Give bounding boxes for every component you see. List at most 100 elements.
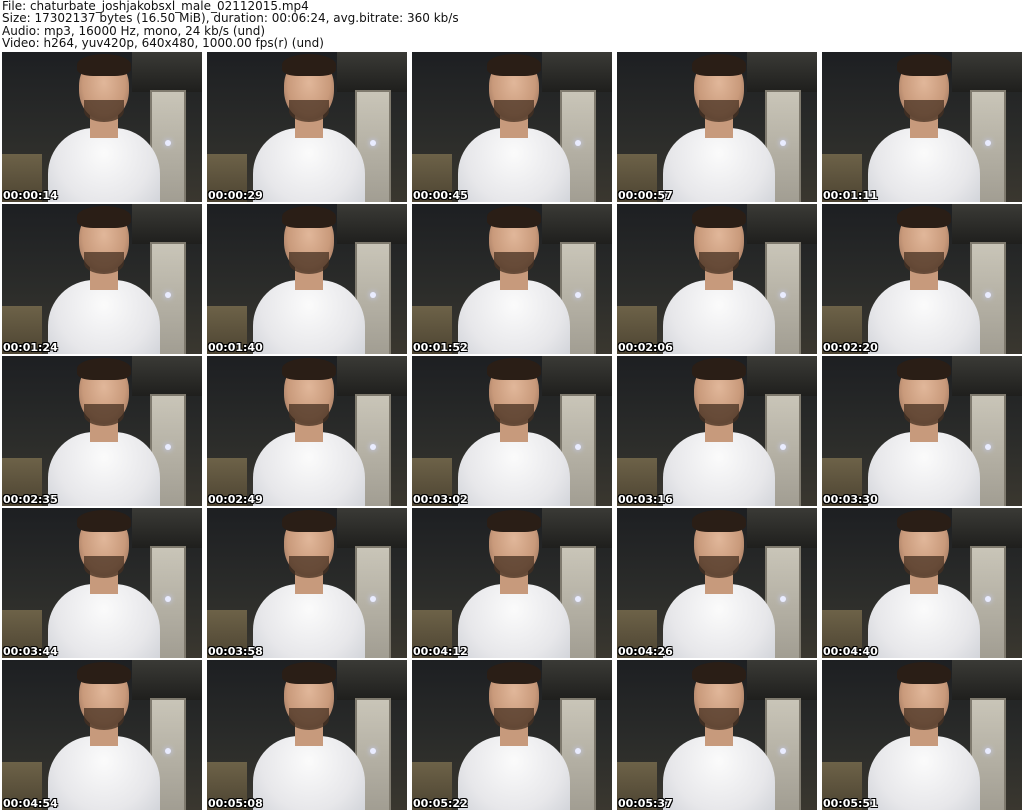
frame-hair	[897, 358, 951, 380]
frame-timestamp: 00:02:49	[208, 493, 263, 506]
frame-beard	[904, 556, 944, 578]
frame-timestamp: 00:04:12	[413, 645, 468, 658]
frame-beard	[904, 252, 944, 274]
frame-beard	[494, 556, 534, 578]
frame-hair	[897, 206, 951, 228]
frame-beard	[699, 708, 739, 730]
frame-knob	[370, 748, 376, 754]
thumbnail-grid: 00:00:14 00:00:29 00:00:45 00:00:57 00:01:11…	[2, 52, 1022, 811]
frame-timestamp: 00:00:29	[208, 189, 263, 202]
frame-timestamp: 00:02:35	[3, 493, 58, 506]
frame-shelf	[542, 508, 612, 548]
frame-hair	[77, 54, 131, 76]
frame-timestamp: 00:01:52	[413, 341, 468, 354]
frame-shirt	[253, 280, 365, 354]
frame-beard	[84, 404, 124, 426]
frame-shelf	[132, 508, 202, 548]
frame-hair	[77, 206, 131, 228]
frame-hair	[77, 662, 131, 684]
frame-shelf	[337, 660, 407, 700]
video-frame-thumbnail: 00:00:45	[412, 52, 612, 202]
frame-shirt	[48, 584, 160, 658]
frame-shirt	[868, 280, 980, 354]
frame-shirt	[48, 280, 160, 354]
frame-hair	[77, 510, 131, 532]
frame-hair	[692, 358, 746, 380]
frame-knob	[370, 292, 376, 298]
frame-timestamp: 00:05:08	[208, 797, 263, 810]
frame-hair	[487, 662, 541, 684]
frame-knob	[165, 444, 171, 450]
video-frame-thumbnail: 00:04:40	[822, 508, 1022, 658]
frame-shirt	[663, 584, 775, 658]
frame-hair	[692, 206, 746, 228]
frame-knob	[780, 140, 786, 146]
frame-beard	[904, 708, 944, 730]
frame-shelf	[952, 204, 1022, 244]
frame-beard	[84, 100, 124, 122]
frame-knob	[370, 140, 376, 146]
frame-shirt	[253, 432, 365, 506]
frame-timestamp: 00:00:45	[413, 189, 468, 202]
frame-knob	[985, 444, 991, 450]
frame-timestamp: 00:02:06	[618, 341, 673, 354]
video-frame-thumbnail: 00:03:30	[822, 356, 1022, 506]
frame-hair	[897, 510, 951, 532]
frame-timestamp: 00:04:40	[823, 645, 878, 658]
frame-shirt	[868, 584, 980, 658]
frame-shelf	[542, 356, 612, 396]
frame-timestamp: 00:05:22	[413, 797, 468, 810]
frame-knob	[165, 596, 171, 602]
frame-shelf	[542, 204, 612, 244]
frame-timestamp: 00:03:30	[823, 493, 878, 506]
video-frame-thumbnail: 00:04:54	[2, 660, 202, 810]
frame-beard	[494, 100, 534, 122]
frame-shelf	[542, 660, 612, 700]
frame-shirt	[663, 280, 775, 354]
frame-beard	[289, 100, 329, 122]
frame-hair	[282, 54, 336, 76]
frame-hair	[282, 662, 336, 684]
frame-beard	[494, 708, 534, 730]
video-frame-thumbnail: 00:01:40	[207, 204, 407, 354]
frame-knob	[370, 596, 376, 602]
frame-beard	[289, 556, 329, 578]
frame-hair	[897, 54, 951, 76]
frame-shirt	[663, 736, 775, 810]
frame-shelf	[337, 204, 407, 244]
frame-shelf	[747, 356, 817, 396]
frame-beard	[289, 252, 329, 274]
video-frame-thumbnail: 00:05:08	[207, 660, 407, 810]
frame-shelf	[132, 356, 202, 396]
frame-beard	[84, 252, 124, 274]
frame-knob	[165, 292, 171, 298]
frame-timestamp: 00:04:26	[618, 645, 673, 658]
frame-shelf	[952, 52, 1022, 92]
frame-timestamp: 00:01:11	[823, 189, 878, 202]
frame-shirt	[253, 584, 365, 658]
frame-timestamp: 00:05:51	[823, 797, 878, 810]
frame-hair	[487, 206, 541, 228]
frame-timestamp: 00:03:02	[413, 493, 468, 506]
frame-shirt	[868, 128, 980, 202]
frame-shelf	[337, 356, 407, 396]
frame-shirt	[458, 128, 570, 202]
video-frame-thumbnail: 00:00:29	[207, 52, 407, 202]
frame-knob	[165, 748, 171, 754]
video-frame-thumbnail: 00:04:26	[617, 508, 817, 658]
frame-knob	[985, 292, 991, 298]
frame-shelf	[952, 356, 1022, 396]
frame-shirt	[458, 432, 570, 506]
frame-knob	[370, 444, 376, 450]
frame-hair	[487, 54, 541, 76]
frame-knob	[165, 140, 171, 146]
video-frame-thumbnail: 00:03:58	[207, 508, 407, 658]
frame-shirt	[458, 280, 570, 354]
frame-beard	[699, 404, 739, 426]
frame-shirt	[253, 128, 365, 202]
frame-timestamp: 00:00:57	[618, 189, 673, 202]
frame-beard	[904, 404, 944, 426]
frame-knob	[575, 596, 581, 602]
frame-shelf	[337, 508, 407, 548]
frame-timestamp: 00:03:16	[618, 493, 673, 506]
